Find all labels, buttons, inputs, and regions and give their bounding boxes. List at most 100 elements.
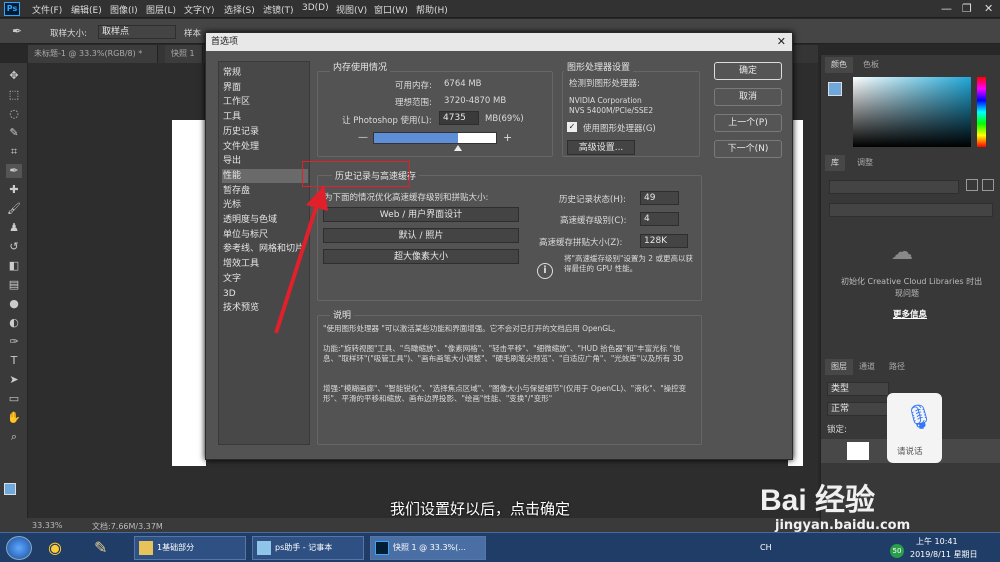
stamp-tool-icon[interactable]: ♟ (6, 221, 22, 235)
taskbar-photoshop[interactable]: 快照 1 @ 33.3%(... (370, 536, 486, 560)
tab-channels[interactable]: 通道 (853, 359, 881, 375)
foreground-color-swatch[interactable] (4, 483, 16, 495)
grid-view-icon[interactable] (966, 179, 978, 191)
menu-type[interactable]: 文字(Y) (184, 3, 215, 16)
notepad-icon (257, 541, 271, 555)
cache-tile-select[interactable]: 128K (640, 234, 688, 248)
type-tool-icon[interactable]: T (6, 354, 22, 368)
paint-icon[interactable]: ✎ (94, 538, 116, 558)
blend-mode-select[interactable]: 正常 (827, 402, 889, 416)
menu-select[interactable]: 选择(S) (224, 3, 255, 16)
memory-slider-track[interactable] (373, 132, 497, 144)
panel-foreground-swatch[interactable] (828, 82, 842, 96)
lasso-tool-icon[interactable]: ◌ (6, 107, 22, 121)
hue-slider[interactable] (977, 77, 986, 147)
marquee-tool-icon[interactable]: ⬚ (6, 88, 22, 102)
library-search-input[interactable] (829, 203, 993, 217)
clock-date[interactable]: 2019/8/11 星期日 (910, 549, 978, 560)
healing-tool-icon[interactable]: ✚ (6, 183, 22, 197)
dialog-close-icon[interactable]: ✕ (777, 33, 786, 51)
quick-select-icon[interactable]: ✎ (6, 126, 22, 140)
nav-item[interactable]: 界面 (222, 81, 308, 95)
microphone-icon[interactable]: 🎙 (904, 403, 934, 433)
voice-input-widget[interactable]: 🎙 请说话 (887, 393, 942, 463)
menu-bar: Ps 文件(F) 编辑(E) 图像(I) 图层(L) 文字(Y) 选择(S) 滤… (0, 0, 1000, 18)
nav-item[interactable]: 工作区 (222, 95, 308, 109)
blur-tool-icon[interactable]: ● (6, 297, 22, 311)
huge-pixel-button[interactable]: 超大像素大小 (323, 249, 519, 264)
dodge-tool-icon[interactable]: ◐ (6, 316, 22, 330)
tab-snapshot[interactable]: 快照 1 (165, 45, 203, 63)
hand-tool-icon[interactable]: ✋ (6, 411, 22, 425)
menu-view[interactable]: 视图(V) (336, 3, 367, 16)
maximize-icon[interactable]: ❐ (962, 2, 972, 15)
gpu-group-title: 图形处理器设置 (564, 60, 634, 73)
tab-untitled[interactable]: 未标题-1 @ 33.3%(RGB/8) * (28, 45, 158, 63)
nav-item[interactable]: 历史记录 (222, 125, 308, 139)
pen-tool-icon[interactable]: ✑ (6, 335, 22, 349)
eraser-tool-icon[interactable]: ◧ (6, 259, 22, 273)
move-tool-icon[interactable]: ✥ (6, 69, 22, 83)
tab-libraries[interactable]: 库 (825, 155, 845, 171)
taskbar-folder[interactable]: 1基础部分 (134, 536, 246, 560)
gradient-tool-icon[interactable]: ▤ (6, 278, 22, 292)
ime-indicator[interactable]: CH (760, 543, 772, 552)
tab-color[interactable]: 颜色 (825, 57, 853, 73)
document-canvas[interactable] (172, 120, 206, 466)
doc-size: 文档:7.66M/3.37M (92, 522, 163, 531)
tray-app-icon[interactable]: 50 (890, 544, 904, 558)
default-photo-button[interactable]: 默认 / 照片 (323, 228, 519, 243)
tab-paths[interactable]: 路径 (883, 359, 911, 375)
zoom-tool-icon[interactable]: ⌕ (6, 430, 22, 444)
menu-image[interactable]: 图像(I) (110, 3, 138, 16)
start-button[interactable] (6, 536, 32, 560)
nav-item[interactable]: 常规 (222, 66, 308, 80)
menu-3d[interactable]: 3D(D) (302, 3, 329, 13)
web-ui-design-button[interactable]: Web / 用户界面设计 (323, 207, 519, 222)
eyedropper-tool-icon[interactable]: ✒ (6, 164, 22, 178)
next-button[interactable]: 下一个(N) (714, 140, 782, 158)
memory-increase-icon[interactable]: + (503, 131, 512, 144)
menu-edit[interactable]: 编辑(E) (71, 3, 102, 16)
brush-tool-icon[interactable]: 🖌 (6, 202, 22, 216)
prev-button[interactable]: 上一个(P) (714, 114, 782, 132)
nav-item[interactable]: 文件处理 (222, 140, 308, 154)
crop-tool-icon[interactable]: ⌗ (6, 145, 22, 159)
cache-levels-input[interactable]: 4 (640, 212, 679, 226)
close-icon[interactable]: ✕ (984, 2, 993, 15)
path-select-icon[interactable]: ➤ (6, 373, 22, 387)
menu-window[interactable]: 窗口(W) (374, 3, 408, 16)
lock-label: 锁定: (827, 425, 847, 435)
tab-layers[interactable]: 图层 (825, 359, 853, 375)
taskbar-notepad[interactable]: ps助手 - 记事本 (252, 536, 364, 560)
library-select[interactable] (829, 180, 959, 194)
minimize-icon[interactable]: — (941, 2, 952, 15)
advanced-settings-button[interactable]: 高级设置... (567, 140, 635, 155)
menu-file[interactable]: 文件(F) (32, 3, 62, 16)
cancel-button[interactable]: 取消 (714, 88, 782, 106)
shape-tool-icon[interactable]: ▭ (6, 392, 22, 406)
more-info-link[interactable]: 更多信息 (893, 308, 927, 320)
color-picker-field[interactable] (853, 77, 971, 147)
use-gpu-checkbox[interactable]: ✓ (567, 122, 577, 132)
ok-button[interactable]: 确定 (714, 62, 782, 80)
nav-item[interactable]: 性能 (222, 168, 308, 183)
history-brush-icon[interactable]: ↺ (6, 240, 22, 254)
menu-help[interactable]: 帮助(H) (416, 3, 448, 16)
memory-decrease-icon[interactable]: — (358, 132, 368, 143)
eyedropper-icon[interactable]: ✒ (12, 24, 22, 38)
nav-item[interactable]: 导出 (222, 154, 308, 168)
menu-layer[interactable]: 图层(L) (146, 3, 176, 16)
nav-item[interactable]: 工具 (222, 110, 308, 124)
memory-slider-thumb[interactable] (454, 145, 463, 151)
tab-swatches[interactable]: 色板 (857, 57, 885, 73)
menu-filter[interactable]: 滤镜(T) (263, 3, 294, 16)
layer-kind-select[interactable]: 类型 (827, 382, 889, 396)
browser-icon[interactable]: ◉ (48, 538, 70, 558)
list-view-icon[interactable] (982, 179, 994, 191)
clock-time[interactable]: 上午 10:41 (916, 536, 958, 547)
tab-adjustments[interactable]: 调整 (851, 155, 879, 171)
sample-size-select[interactable]: 取样点 (98, 25, 176, 39)
history-states-input[interactable]: 49 (640, 191, 679, 205)
memory-use-input[interactable]: 4735 (439, 111, 479, 125)
